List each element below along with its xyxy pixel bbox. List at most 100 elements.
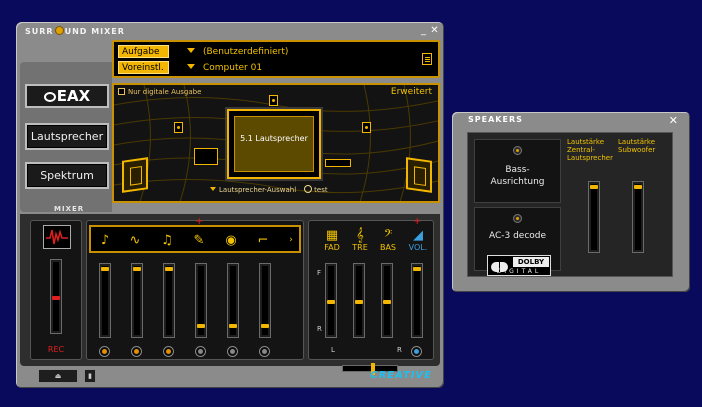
tre-label: TRE (352, 243, 368, 252)
bass-alignment-label: Bass- Ausrichtung (490, 165, 545, 187)
fader-icon: ▦ (325, 228, 339, 243)
close-button[interactable]: ✕ (429, 26, 440, 36)
document-icon[interactable] (422, 53, 432, 65)
treble-control[interactable]: 𝄞 TRE (349, 228, 371, 253)
checkbox-icon[interactable] (118, 88, 125, 95)
slider-thumb[interactable] (133, 267, 141, 271)
front-right-speaker-icon[interactable] (362, 122, 371, 133)
plus-icon: + (413, 216, 422, 227)
mute-button[interactable] (411, 346, 422, 357)
channel-strips: + ♪ ∿ ♫ ✎ ◉ ⌐ › (86, 216, 304, 360)
subwoofer-volume-slider[interactable] (632, 181, 644, 253)
speaker-config-display: 5.1 Lautsprecher (225, 107, 323, 181)
volume-ramp-icon: ◢ (413, 228, 423, 243)
channel-slider-6[interactable] (259, 263, 271, 338)
treble-slider[interactable] (353, 263, 365, 338)
slider-thumb[interactable] (165, 267, 173, 271)
slider-thumb[interactable] (590, 185, 598, 189)
gear-icon[interactable] (304, 185, 313, 193)
ac3-decode-label: AC-3 decode (488, 231, 547, 241)
spectrum-button[interactable]: Spektrum (25, 162, 109, 189)
midi-note-icon[interactable]: ♪ (95, 232, 115, 249)
channel-slider-2[interactable] (131, 263, 143, 338)
bass-control[interactable]: 𝄢 BAS (377, 229, 399, 253)
microphone-icon[interactable]: ✎ (189, 232, 209, 249)
rec-source-icon[interactable] (43, 225, 71, 249)
keyboard-icon (325, 159, 351, 167)
center-speaker-icon[interactable] (269, 95, 278, 106)
speakers-button[interactable]: Lautsprecher (25, 123, 109, 150)
right-label: R (397, 346, 402, 354)
preset-value: Computer 01 (203, 63, 263, 73)
speaker-layout-panel: Nur digitale Ausgabe Erweitert 5.1 Lauts… (112, 83, 440, 203)
vol-label: VOL. (408, 243, 428, 252)
slider-thumb[interactable] (229, 324, 237, 328)
ac3-decode-button[interactable]: AC-3 decode DOLBY DIGITAL (474, 207, 561, 276)
subwoofer-volume-label: Lautstärke Subwoofer (618, 138, 656, 154)
channel-knob-5[interactable] (227, 346, 238, 357)
channel-slider-4[interactable] (195, 263, 207, 338)
volume-control[interactable]: ◢ VOL. (407, 228, 429, 253)
channel-slider-1[interactable] (99, 263, 111, 338)
eax-button[interactable]: EAX (25, 84, 109, 108)
fad-label: FAD (324, 243, 340, 252)
task-arrow-icon[interactable] (187, 48, 195, 53)
fader-control[interactable]: ▦ FAD (321, 228, 343, 253)
speakers-close-button[interactable]: ✕ (669, 114, 678, 127)
fader-slider[interactable] (325, 263, 337, 338)
channel-knob-3[interactable] (163, 346, 174, 357)
front-left-speaker-icon[interactable] (174, 122, 183, 133)
dolby-dd-icon (491, 257, 511, 272)
rec-slider[interactable] (50, 259, 62, 334)
preset-label: Voreinstl. (118, 61, 169, 74)
eject-button[interactable]: ⏏ (38, 369, 78, 383)
slider-thumb[interactable] (197, 324, 205, 328)
dolby-word: DOLBY (513, 257, 549, 267)
slider-thumb[interactable] (101, 267, 109, 271)
preset-arrow-icon[interactable] (187, 64, 195, 69)
slider-thumb[interactable] (383, 300, 391, 304)
mini-mode-button[interactable]: ▮ (84, 369, 96, 383)
slider-thumb[interactable] (327, 300, 335, 304)
center-volume-slider[interactable] (588, 181, 600, 253)
rec-slider-thumb[interactable] (52, 296, 60, 300)
advanced-button[interactable]: Erweitert (391, 87, 432, 97)
task-value: (Benutzerdefiniert) (203, 47, 289, 57)
slider-thumb[interactable] (413, 267, 421, 271)
scroll-right-icon[interactable]: › (281, 232, 301, 249)
speaker-select-dropdown[interactable]: Lautsprecher-Auswahl (219, 186, 296, 194)
preset-dropdown[interactable]: Voreinstl. Computer 01 (118, 61, 262, 75)
listener-pc-icon (194, 148, 218, 165)
channel-slider-3[interactable] (163, 263, 175, 338)
slider-thumb[interactable] (355, 300, 363, 304)
digital-only-checkbox[interactable]: Nur digitale Ausgabe (118, 88, 201, 96)
treble-clef-icon: 𝄞 (356, 228, 364, 243)
slider-thumb[interactable] (634, 185, 642, 189)
surround-mixer-window: SURR UND MIXER _ ✕ EAX Lautsprecher Spekt… (16, 22, 444, 388)
rear-left-speaker-icon[interactable] (122, 157, 148, 193)
wave-icon[interactable]: ∿ (125, 232, 145, 249)
channel-knob-4[interactable] (195, 346, 206, 357)
test-button[interactable]: test (314, 186, 327, 194)
ac3-led-icon (513, 214, 522, 223)
channel-icons-bar: ♪ ∿ ♫ ✎ ◉ ⌐ › (89, 225, 301, 253)
cd-note-icon[interactable]: ♫ (157, 232, 177, 249)
rear-label: R (317, 325, 322, 333)
tone-volume-strip: + ▦ FAD 𝄞 TRE 𝄢 BAS ◢ VOL. F R L R (308, 216, 434, 360)
minimize-button[interactable]: _ (418, 26, 429, 36)
bass-led-icon (513, 146, 522, 155)
rec-label: REC (47, 345, 65, 354)
task-dropdown[interactable]: Aufgabe (Benutzerdefiniert) (118, 45, 288, 59)
channel-knob-2[interactable] (131, 346, 142, 357)
bass-alignment-button[interactable]: Bass- Ausrichtung (474, 139, 561, 203)
cd-icon[interactable]: ◉ (221, 232, 241, 249)
slider-thumb[interactable] (261, 324, 269, 328)
rear-right-speaker-icon[interactable] (406, 157, 432, 193)
channel-slider-5[interactable] (227, 263, 239, 338)
dropdown-arrow-icon[interactable] (210, 187, 216, 191)
volume-slider[interactable] (411, 263, 423, 338)
channel-knob-1[interactable] (99, 346, 110, 357)
line-in-icon[interactable]: ⌐ (253, 232, 273, 249)
channel-knob-6[interactable] (259, 346, 270, 357)
bass-slider[interactable] (381, 263, 393, 338)
